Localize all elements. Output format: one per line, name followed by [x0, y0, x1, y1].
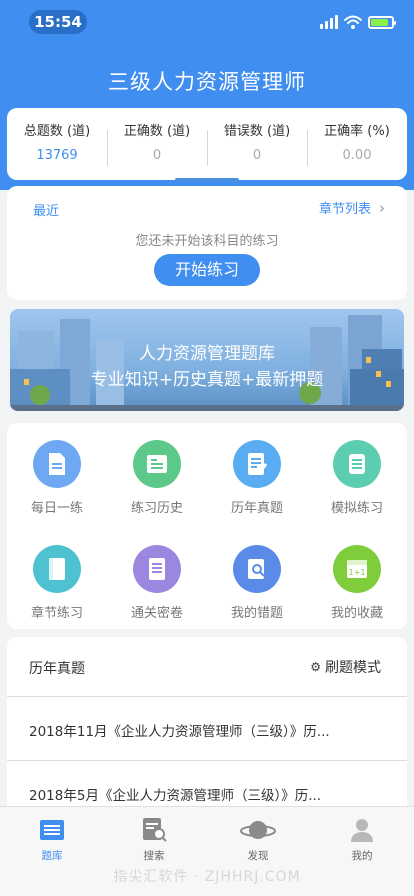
watermark: 指尖汇软件 · ZJHHRJ.COM	[113, 869, 301, 885]
promo-banner[interactable]: 人力资源管理题库 专业知识+历史真题+最新押题	[10, 309, 404, 411]
planet-icon	[218, 815, 298, 845]
chapter-list-link[interactable]: 章节列表 ›	[318, 198, 385, 218]
scroll-indicator	[175, 178, 239, 182]
tab-profile[interactable]: 我的	[322, 815, 402, 863]
search-doc-icon	[233, 545, 281, 593]
page-title: 三级人力资源管理师	[108, 70, 306, 94]
status-bar: 15:54	[0, 10, 414, 36]
gear-icon: ⚙	[310, 660, 321, 674]
stats-card: 总题数 (道) 13769 正确数 (道) 0 错误数 (道) 0 正确率 (%…	[7, 108, 407, 180]
chevron-right-icon: ›	[379, 198, 385, 217]
past-exams-section: 历年真题 ⚙ 刷题模式 2018年11月《企业人力资源管理师（三级）》历... …	[7, 637, 407, 825]
menu-label: 历年真题	[230, 501, 283, 516]
feature-grid: 每日一练 练习历史 历年真题 模拟练习 章节练习 通关密卷 我的错题 1+1 我…	[7, 423, 407, 629]
start-practice-button[interactable]: 开始练习	[154, 254, 260, 286]
menu-secret-paper[interactable]: 通关密卷	[107, 545, 207, 621]
menu-label: 练习历史	[130, 501, 183, 516]
stat-correct: 正确数 (道) 0	[107, 122, 207, 166]
tab-discover[interactable]: 发现	[218, 815, 298, 863]
tab-label: 我的	[351, 850, 373, 862]
menu-label: 每日一练	[30, 501, 83, 516]
menu-my-mistakes[interactable]: 我的错题	[207, 545, 307, 621]
menu-mock-practice[interactable]: 模拟练习	[307, 440, 407, 516]
document-icon	[33, 440, 81, 488]
tab-search[interactable]: 搜索	[114, 815, 194, 863]
book-icon	[33, 545, 81, 593]
exam-icon	[233, 440, 281, 488]
menu-chapter-practice[interactable]: 章节练习	[7, 545, 107, 621]
menu-daily-practice[interactable]: 每日一练	[7, 440, 107, 516]
status-icons	[320, 15, 396, 29]
menu-label: 模拟练习	[330, 501, 383, 516]
practice-mode-button[interactable]: ⚙ 刷题模式	[310, 657, 381, 677]
chapter-list-label: 章节列表	[318, 202, 371, 217]
banner-title: 人力资源管理题库	[139, 344, 275, 364]
menu-label: 我的错题	[230, 606, 283, 621]
scroll-icon	[333, 440, 381, 488]
recent-label: 最近	[33, 204, 60, 219]
status-time: 15:54	[29, 10, 87, 34]
calendar-icon: 1+1	[333, 545, 381, 593]
history-icon	[133, 440, 181, 488]
stat-wrong: 错误数 (道) 0	[207, 122, 307, 166]
past-exams-title: 历年真题	[29, 661, 85, 677]
stat-label: 正确率 (%)	[324, 124, 390, 139]
exam-title: 2018年11月《企业人力资源管理师（三级）》历...	[29, 724, 330, 740]
stat-total: 总题数 (道) 13769	[7, 122, 107, 166]
stat-accuracy: 正确率 (%) 0.00	[307, 122, 407, 166]
tab-label: 题库	[41, 850, 63, 862]
stat-value: 0	[152, 148, 162, 163]
tab-label: 发现	[247, 850, 269, 862]
cellular-signal-icon	[320, 15, 338, 29]
menu-practice-history[interactable]: 练习历史	[107, 440, 207, 516]
menu-my-favorites[interactable]: 1+1 我的收藏	[307, 545, 407, 621]
practice-mode-label: 刷题模式	[325, 660, 381, 676]
not-started-text: 您还未开始该科目的练习	[135, 234, 279, 249]
user-icon	[322, 815, 402, 845]
paper-icon	[133, 545, 181, 593]
question-bank-icon	[12, 815, 92, 845]
menu-label: 章节练习	[30, 606, 83, 621]
practice-card: 最近 章节列表 › 您还未开始该科目的练习 开始练习	[7, 186, 407, 300]
search-icon	[114, 815, 194, 845]
battery-icon	[368, 15, 396, 29]
stat-value: 0.00	[342, 148, 372, 163]
banner-subtitle: 专业知识+历史真题+最新押题	[90, 370, 324, 390]
stat-label: 正确数 (道)	[123, 124, 191, 139]
wifi-icon	[344, 15, 362, 29]
list-item[interactable]: 2018年11月《企业人力资源管理师（三级）》历...	[7, 697, 407, 761]
past-exams-header: 历年真题 ⚙ 刷题模式	[7, 637, 407, 697]
menu-past-exams[interactable]: 历年真题	[207, 440, 307, 516]
tab-question-bank[interactable]: 题库	[12, 815, 92, 863]
stat-value: 13769	[36, 148, 78, 163]
exam-title: 2018年5月《企业人力资源管理师（三级）》历...	[29, 788, 322, 804]
menu-label: 我的收藏	[330, 606, 383, 621]
stat-label: 总题数 (道)	[23, 124, 91, 139]
stat-label: 错误数 (道)	[223, 124, 291, 139]
svg-text:1+1: 1+1	[349, 568, 366, 577]
tab-label: 搜索	[143, 850, 165, 862]
menu-label: 通关密卷	[130, 606, 183, 621]
stat-value: 0	[252, 148, 262, 163]
